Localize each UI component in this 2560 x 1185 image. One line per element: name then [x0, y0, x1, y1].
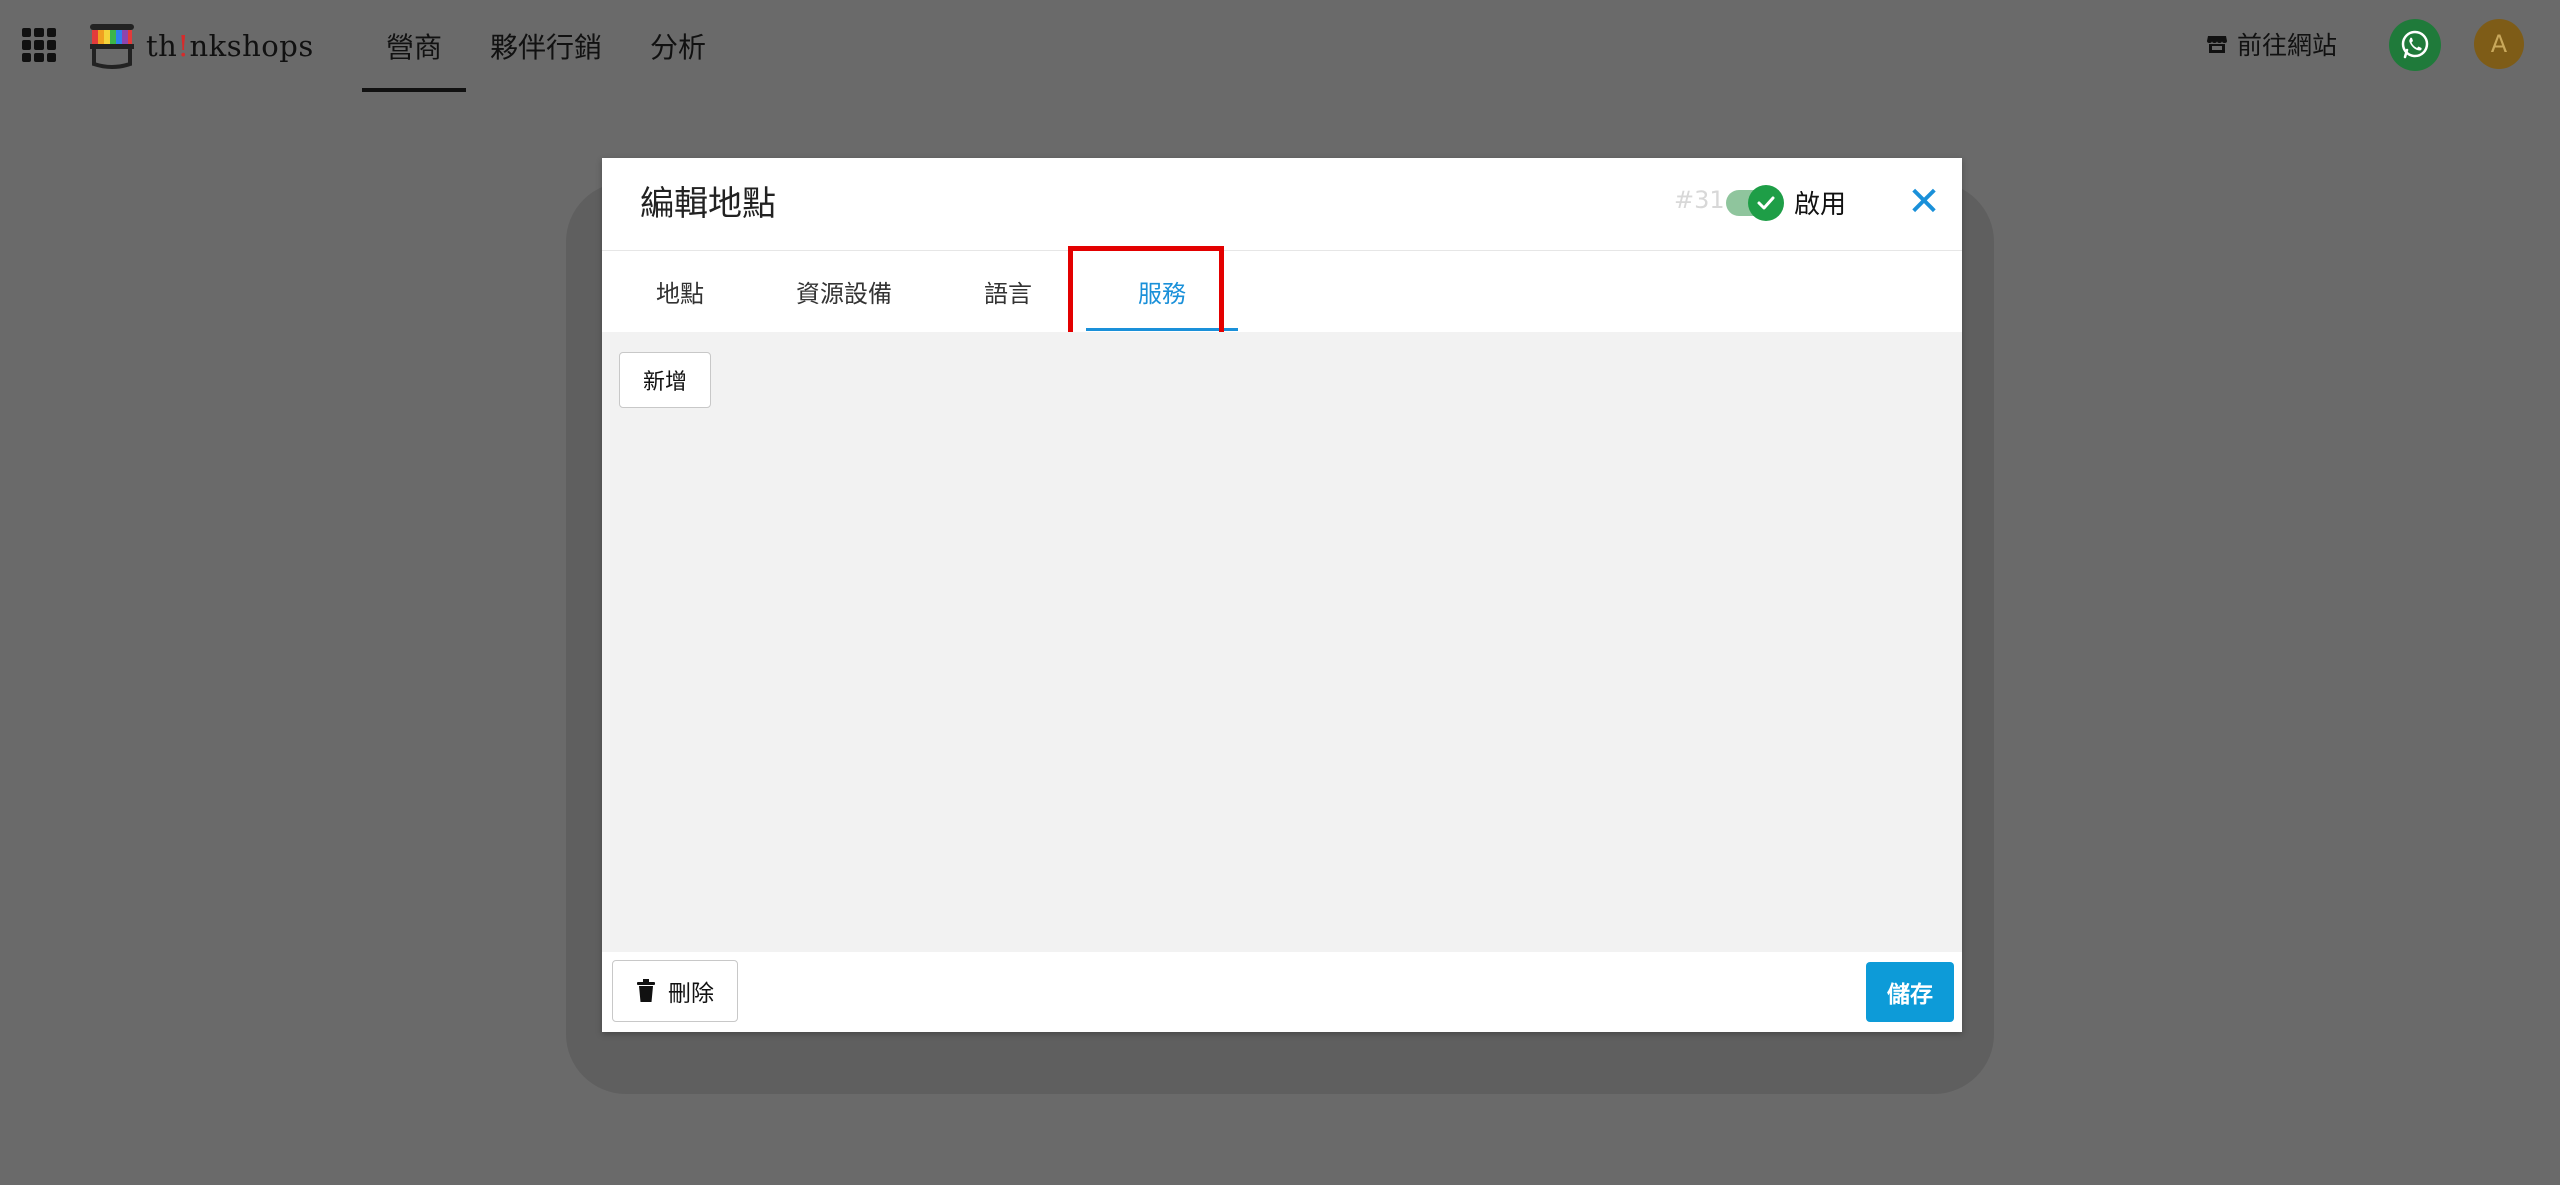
add-button[interactable]: 新增 [619, 352, 711, 408]
record-id: #31 [1674, 186, 1725, 214]
dialog-title: 編輯地點 [640, 184, 776, 224]
enabled-label: 啟用 [1794, 190, 1847, 220]
store-icon [2207, 36, 2227, 53]
whatsapp-icon [2401, 30, 2429, 59]
nav-tab-partner-marketing[interactable]: 夥伴行銷 [466, 0, 626, 92]
goto-site-link[interactable]: 前往網站 [2205, 22, 2337, 66]
delete-label: 刪除 [668, 981, 714, 1007]
logo-shop-icon [90, 24, 134, 69]
nav-tab-analytics[interactable]: 分析 [626, 0, 730, 92]
trash-icon [637, 979, 655, 1002]
avatar[interactable]: A [2474, 19, 2524, 69]
dialog-header: 編輯地點 #31 啟用 ✕ [602, 158, 1962, 251]
whatsapp-button[interactable] [2389, 19, 2441, 71]
nav-tab-business[interactable]: 營商 [362, 0, 467, 92]
tab-resources[interactable]: 資源設備 [796, 250, 892, 332]
app-logo[interactable]: th!nkshops [84, 20, 314, 72]
goto-site-label: 前往網站 [2237, 31, 2338, 60]
tab-language[interactable]: 語言 [984, 250, 1032, 332]
highlight-box [1068, 246, 1224, 344]
top-bar: th!nkshops 營商 夥伴行銷 分析 前往網站 A [0, 0, 2560, 92]
tab-location[interactable]: 地點 [656, 250, 704, 332]
dialog-footer: 刪除 儲存 [602, 952, 1962, 1032]
close-icon[interactable]: ✕ [1904, 182, 1944, 222]
main-nav: 營商 夥伴行銷 分析 [362, 0, 730, 92]
check-icon[interactable] [1748, 185, 1784, 221]
app-name: th!nkshops [146, 29, 314, 63]
edit-location-dialog: 編輯地點 #31 啟用 ✕ 地點 資源設備 語言 服務 新增 刪除 儲存 [602, 158, 1962, 1032]
services-panel: 新增 [602, 332, 1962, 952]
delete-button[interactable]: 刪除 [612, 960, 738, 1022]
dialog-tabs: 地點 資源設備 語言 服務 [602, 250, 1962, 332]
apps-grid-icon[interactable] [22, 28, 56, 62]
save-button[interactable]: 儲存 [1866, 962, 1954, 1022]
